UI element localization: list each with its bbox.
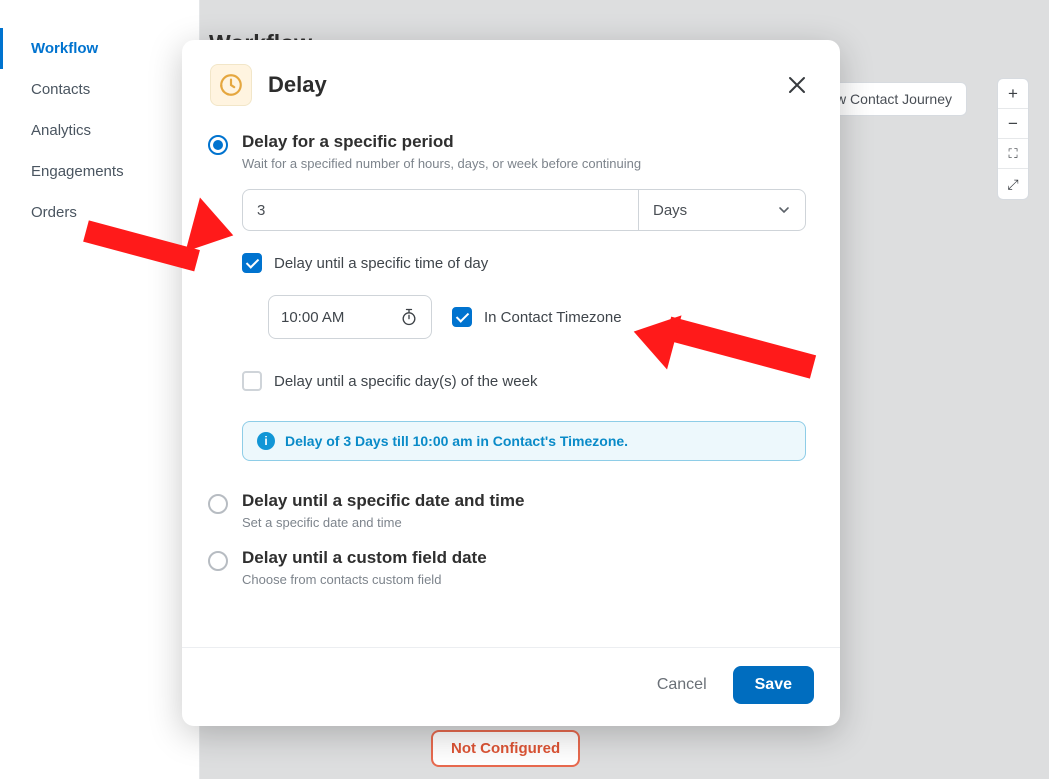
save-button[interactable]: Save: [733, 666, 814, 704]
summary-banner: i Delay of 3 Days till 10:00 am in Conta…: [242, 421, 806, 461]
chevron-down-icon: [777, 203, 791, 217]
delay-modal: Delay Delay for a specific period Wait f…: [182, 40, 840, 726]
check-time-of-day-row[interactable]: Delay until a specific time of day: [242, 253, 814, 273]
checkbox-contact-tz[interactable]: [452, 307, 472, 327]
unit-select[interactable]: Days: [638, 189, 806, 231]
option-datetime-text: Delay until a specific date and time Set…: [242, 491, 524, 530]
contact-tz-row[interactable]: In Contact Timezone: [452, 307, 622, 327]
other-options: Delay until a specific date and time Set…: [208, 491, 814, 587]
option-period-title: Delay for a specific period: [242, 132, 641, 152]
quantity-input[interactable]: [242, 189, 638, 231]
annotation-arrow-quantity: [86, 188, 246, 248]
option-period-subtitle: Wait for a specified number of hours, da…: [242, 156, 641, 171]
unit-select-value: Days: [653, 202, 687, 219]
option-period-text: Delay for a specific period Wait for a s…: [242, 132, 641, 171]
option-custom[interactable]: Delay until a custom field date Choose f…: [208, 548, 814, 587]
modal-title: Delay: [268, 72, 327, 98]
time-input[interactable]: 10:00 AM: [268, 295, 432, 339]
contact-tz-label: In Contact Timezone: [484, 309, 622, 326]
radio-custom-field[interactable]: [208, 551, 228, 571]
modal-overlay: Delay Delay for a specific period Wait f…: [0, 0, 1049, 779]
close-icon: [788, 76, 806, 94]
info-icon: i: [257, 432, 275, 450]
quantity-row: Days: [242, 189, 806, 231]
checkbox-time-of-day[interactable]: [242, 253, 262, 273]
check-dow-label: Delay until a specific day(s) of the wee…: [274, 373, 537, 390]
option-datetime-title: Delay until a specific date and time: [242, 491, 524, 511]
modal-footer: Cancel Save: [182, 647, 840, 726]
option-period[interactable]: Delay for a specific period Wait for a s…: [208, 132, 814, 171]
time-value: 10:00 AM: [281, 309, 399, 326]
option-datetime[interactable]: Delay until a specific date and time Set…: [208, 491, 814, 530]
option-custom-subtitle: Choose from contacts custom field: [242, 572, 487, 587]
option-custom-title: Delay until a custom field date: [242, 548, 487, 568]
modal-close-button[interactable]: [782, 70, 812, 100]
delay-clock-icon: [210, 64, 252, 106]
modal-header: Delay: [182, 40, 840, 116]
annotation-arrow-timezone: [633, 303, 833, 383]
cancel-button[interactable]: Cancel: [653, 666, 711, 704]
check-time-of-day-label: Delay until a specific time of day: [274, 255, 488, 272]
radio-period[interactable]: [208, 135, 228, 155]
radio-datetime[interactable]: [208, 494, 228, 514]
option-datetime-subtitle: Set a specific date and time: [242, 515, 524, 530]
checkbox-day-of-week[interactable]: [242, 371, 262, 391]
summary-text: Delay of 3 Days till 10:00 am in Contact…: [285, 433, 628, 449]
stopwatch-icon: [399, 307, 419, 327]
option-custom-text: Delay until a custom field date Choose f…: [242, 548, 487, 587]
